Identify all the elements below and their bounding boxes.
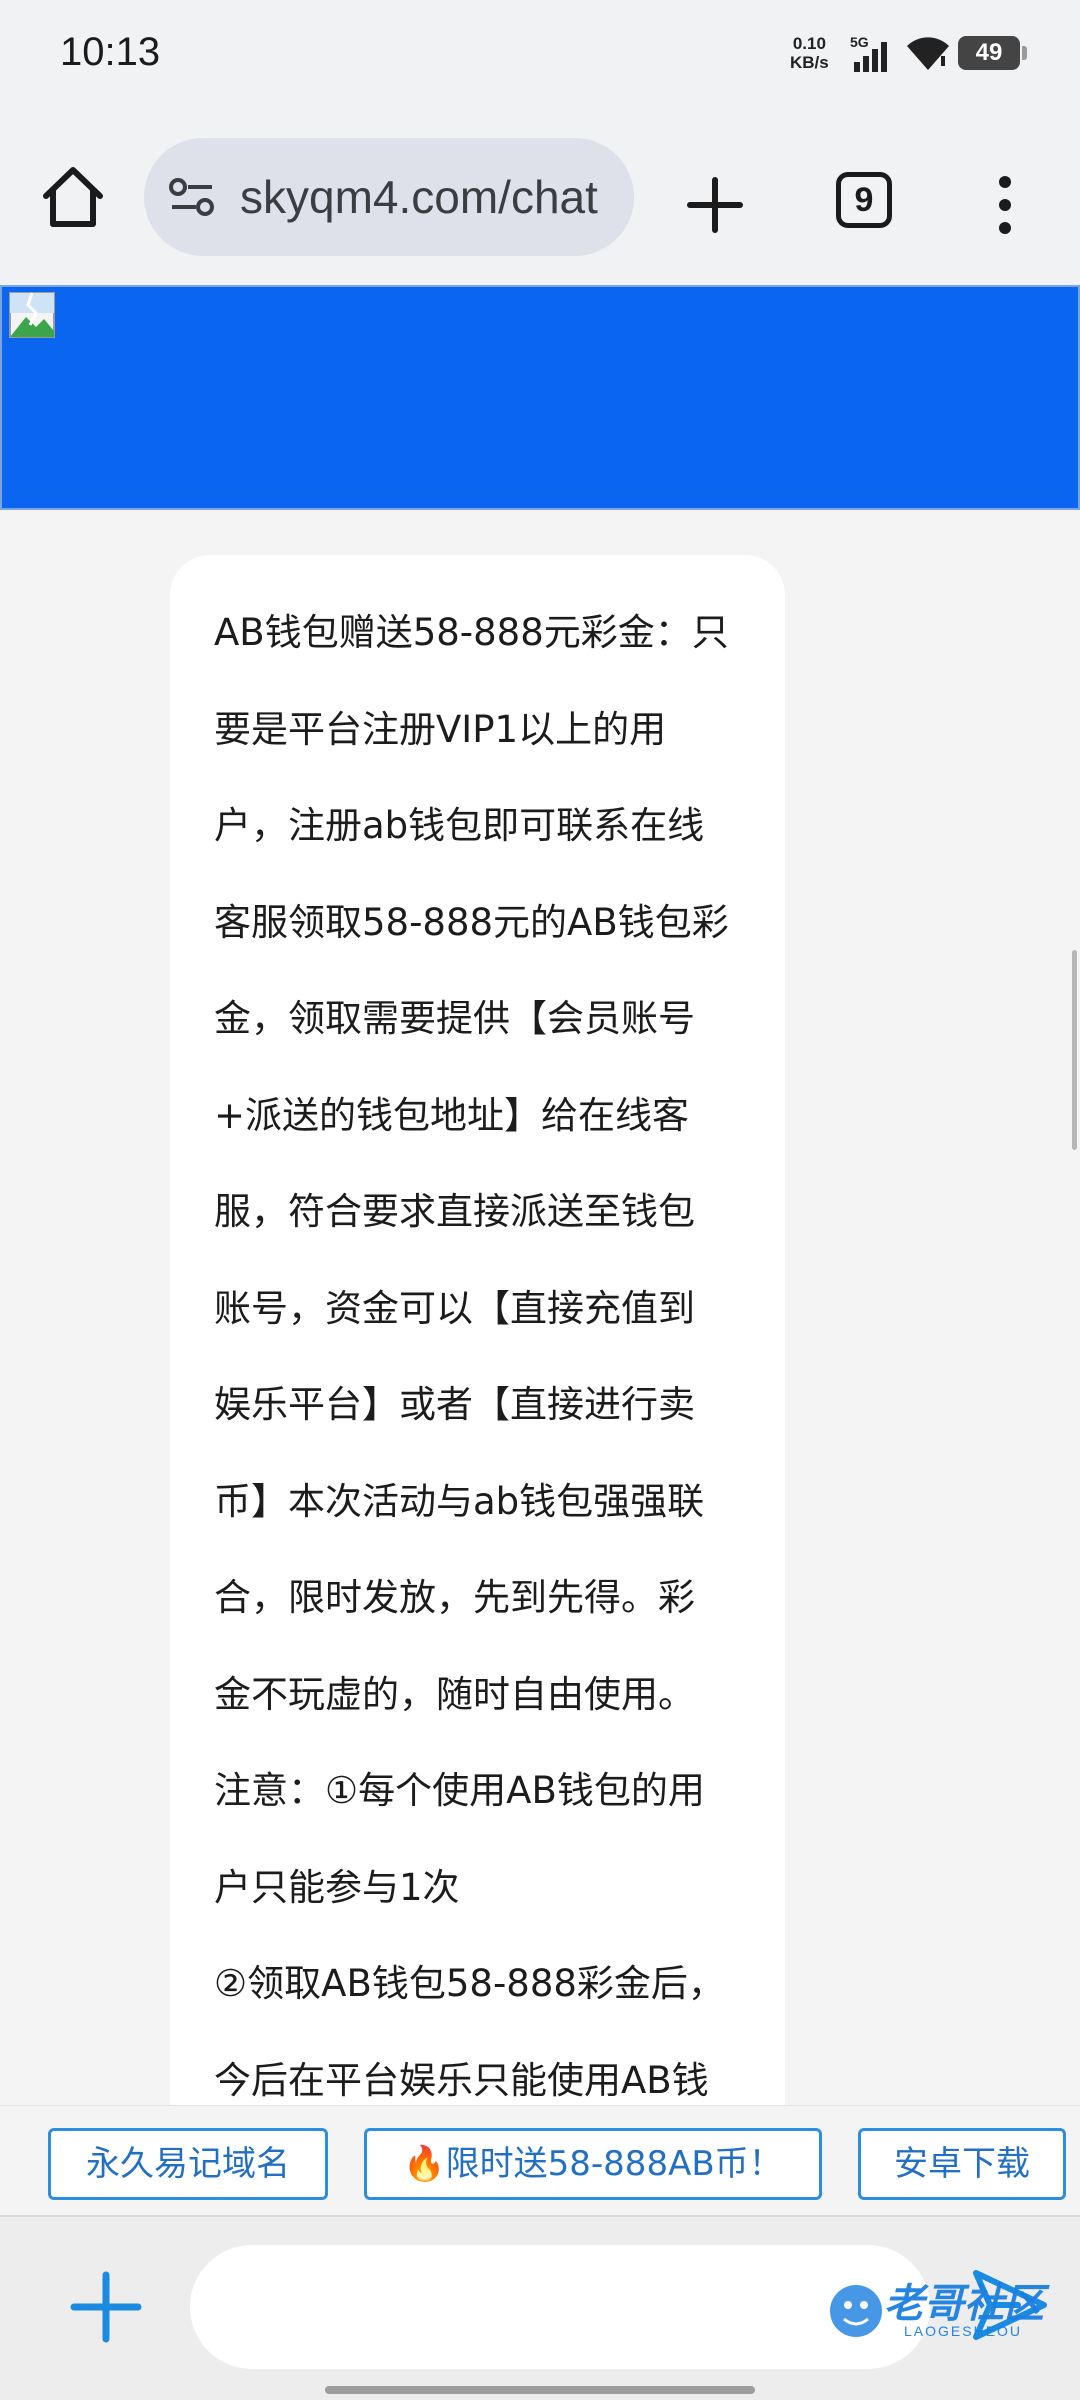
chat-line: +派送的钱包地址】给在线客 xyxy=(214,1093,690,1137)
chat-line: 户只能参与1次 xyxy=(214,1865,460,1909)
chat-line: 金不玩虚的，随时自由使用。 xyxy=(214,1672,695,1716)
url-fade xyxy=(594,138,634,256)
chat-message-text: AB钱包赠送58-888元彩金：只 要是平台注册VIP1以上的用 户，注册ab钱… xyxy=(214,585,741,2129)
gesture-navigation-bar[interactable] xyxy=(325,2386,755,2394)
chat-line: 币】本次活动与ab钱包强强联 xyxy=(214,1479,705,1523)
network-speed-value: 0.10 xyxy=(792,34,826,53)
chat-line: 注意：①每个使用AB钱包的用 xyxy=(214,1769,705,1812)
web-page: AB钱包赠送58-888元彩金：只 要是平台注册VIP1以上的用 户，注册ab钱… xyxy=(0,285,1080,2400)
chat-line: AB钱包赠送58-888元彩金：只 xyxy=(214,611,729,654)
home-icon[interactable] xyxy=(38,162,108,232)
chat-line: 户，注册ab钱包即可联系在线 xyxy=(214,804,705,847)
browser-toolbar: skyqm4.com/chat 9 xyxy=(0,110,1080,285)
chat-line: 金，领取需要提供【会员账号 xyxy=(214,997,695,1040)
network-type: 5G xyxy=(850,34,869,50)
chat-line: 服，符合要求直接派送至钱包 xyxy=(214,1190,695,1233)
chat-line: 合，限时发放，先到先得。彩 xyxy=(214,1576,695,1619)
watermark-subtext: LAOGESHEOU xyxy=(904,2323,1023,2339)
battery-indicator: 49 xyxy=(958,36,1027,70)
status-bar: 10:13 0.10 KB/s 5G 49 xyxy=(0,0,1080,110)
chat-message-bubble: AB钱包赠送58-888元彩金：只 要是平台注册VIP1以上的用 户，注册ab钱… xyxy=(170,555,785,2155)
chat-line: 要是平台注册VIP1以上的用 xyxy=(214,707,667,751)
watermark-logo: 老哥社区 LAOGESHEOU xyxy=(826,2267,1072,2367)
quick-links-bar: 永久易记域名 🔥限时送58-888AB币！ 安卓下载 xyxy=(0,2105,1080,2215)
broken-image-icon xyxy=(8,291,56,339)
network-speed-unit: KB/s xyxy=(790,53,829,72)
address-bar[interactable]: skyqm4.com/chat xyxy=(144,138,634,256)
message-input[interactable] xyxy=(190,2245,930,2369)
more-menu-icon[interactable] xyxy=(990,170,1020,240)
chat-line: ②领取AB钱包58-888彩金后， xyxy=(214,1962,725,2005)
url-text[interactable]: skyqm4.com/chat xyxy=(240,170,598,224)
page-scrollbar[interactable] xyxy=(1072,950,1077,1150)
wifi-icon xyxy=(905,34,951,72)
network-speed: 0.10 KB/s xyxy=(790,34,829,72)
android-download-link[interactable]: 安卓下载 xyxy=(858,2128,1066,2200)
new-tab-icon[interactable] xyxy=(680,170,750,240)
tab-switcher-button[interactable]: 9 xyxy=(836,172,892,228)
attach-plus-icon[interactable] xyxy=(66,2267,146,2347)
top-banner[interactable] xyxy=(0,285,1080,510)
promo-ab-coin-link[interactable]: 🔥限时送58-888AB币！ xyxy=(364,2128,822,2200)
cellular-signal-icon: 5G xyxy=(850,34,898,74)
chat-input-area: 老哥社区 LAOGESHEOU xyxy=(0,2215,1080,2400)
watermark-text: 老哥社区 xyxy=(884,2281,1044,2327)
site-settings-icon[interactable] xyxy=(168,176,216,218)
chat-line: 娱乐平台】或者【直接进行卖 xyxy=(214,1383,695,1426)
chat-line: 客服领取58-888元的AB钱包彩 xyxy=(214,900,729,944)
permanent-domain-link[interactable]: 永久易记域名 xyxy=(48,2128,328,2200)
status-time: 10:13 xyxy=(60,30,161,74)
chat-line: 账号，资金可以【直接充值到 xyxy=(214,1286,695,1330)
